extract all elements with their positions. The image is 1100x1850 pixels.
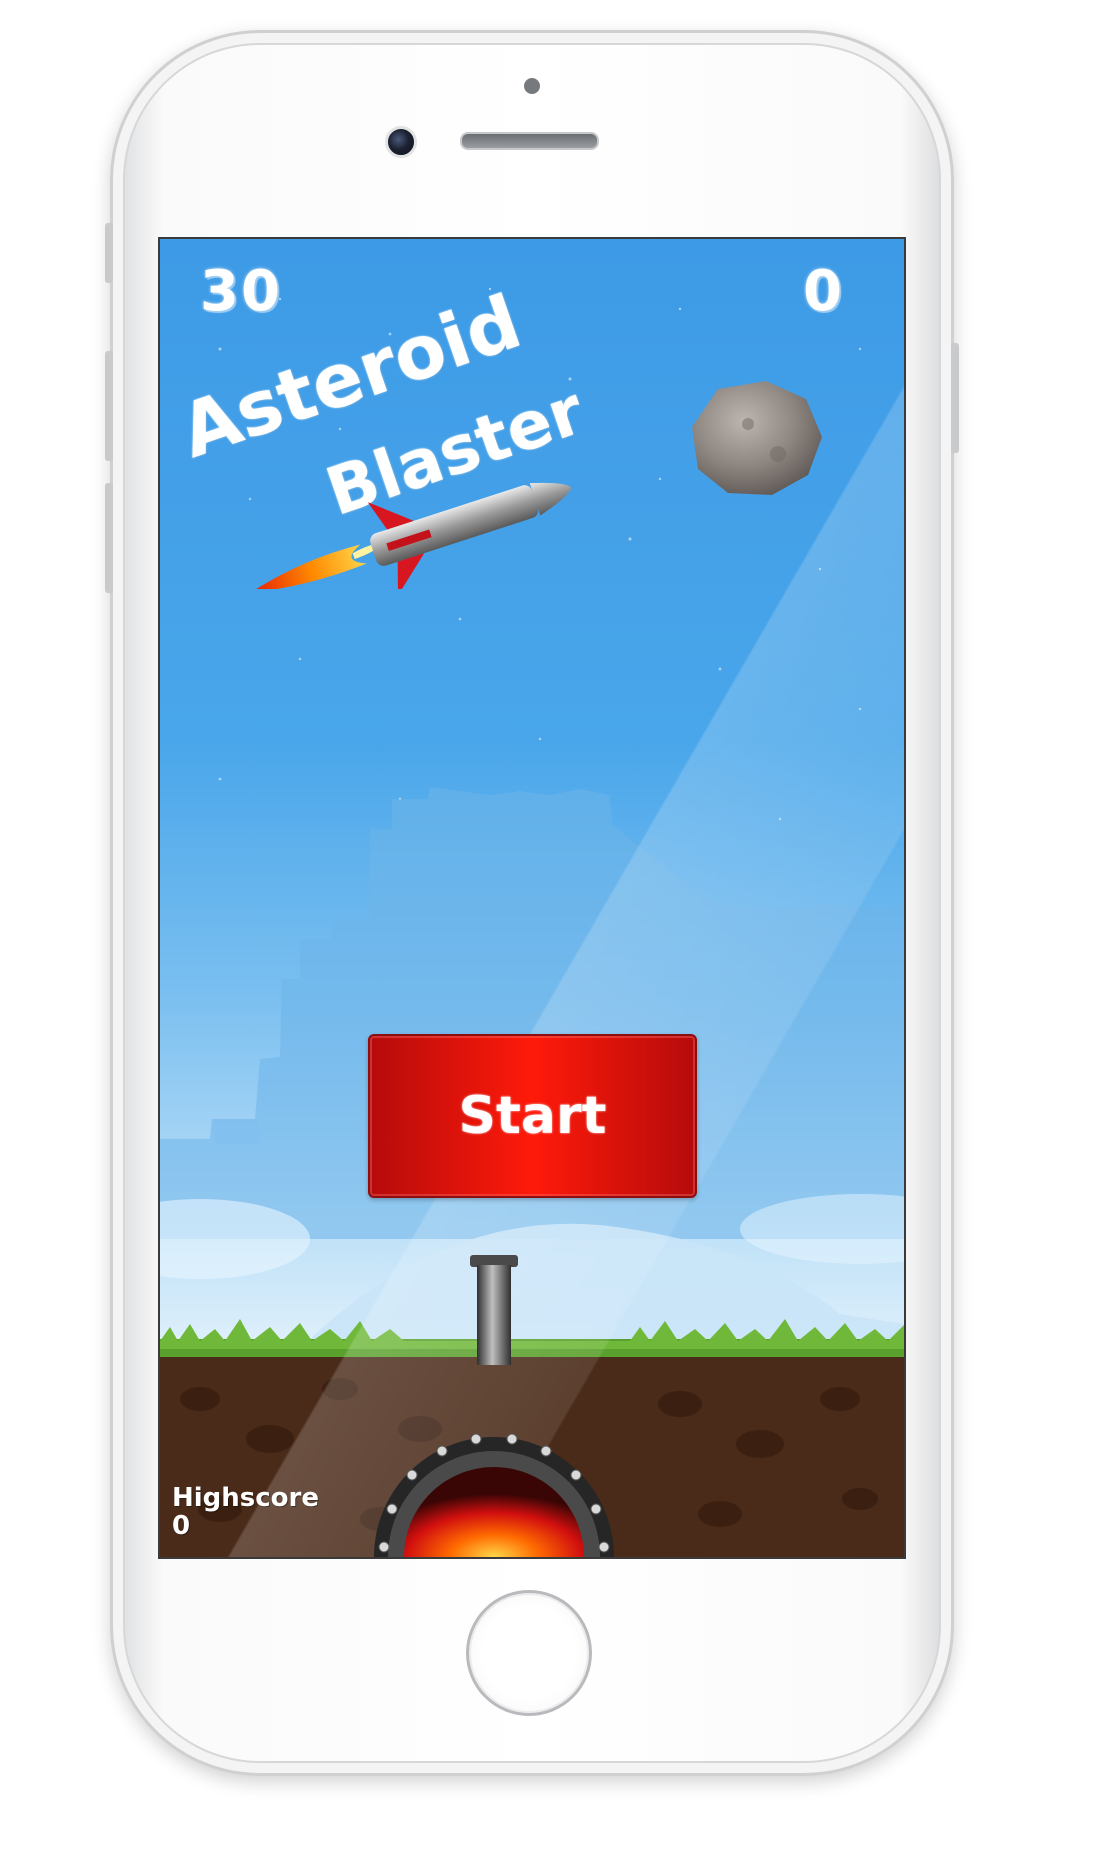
game-screen[interactable]: 30 0 Asteroid Blaster Start Highscore 0 bbox=[158, 237, 906, 1559]
rocket-icon bbox=[250, 482, 572, 589]
proximity-sensor bbox=[524, 78, 540, 94]
highscore-panel: Highscore 0 bbox=[172, 1484, 319, 1540]
start-button[interactable]: Start bbox=[368, 1034, 697, 1198]
power-button bbox=[951, 343, 959, 453]
highscore-label: Highscore bbox=[172, 1483, 319, 1513]
earpiece-speaker bbox=[460, 132, 599, 150]
start-button-label: Start bbox=[458, 1086, 607, 1146]
cannon-icon[interactable] bbox=[374, 1247, 614, 1557]
highscore-value: 0 bbox=[172, 1511, 191, 1541]
volume-down-button bbox=[105, 483, 113, 593]
side-button bbox=[105, 223, 113, 283]
front-camera-icon bbox=[385, 126, 417, 158]
volume-up-button bbox=[105, 351, 113, 461]
home-button[interactable] bbox=[466, 1590, 592, 1716]
timer-counter: 30 bbox=[200, 259, 282, 324]
asteroid-icon bbox=[692, 381, 822, 495]
score-counter: 0 bbox=[803, 259, 844, 324]
